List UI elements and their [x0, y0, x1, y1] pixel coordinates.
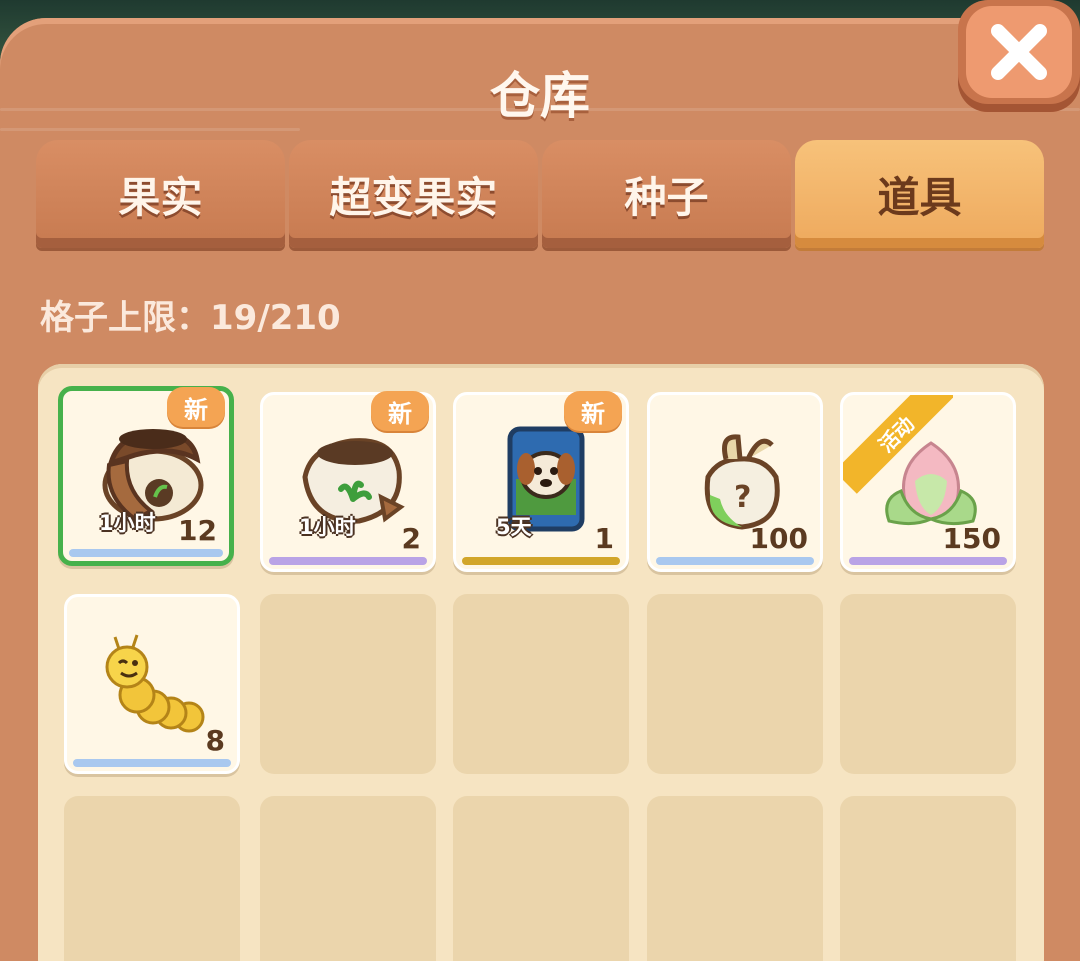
inventory-slot-fertilizer[interactable]: 1小时 新 12: [58, 386, 234, 566]
empty-slot[interactable]: [840, 796, 1016, 961]
empty-slot[interactable]: [647, 594, 823, 774]
tab-seeds[interactable]: 种子: [542, 140, 791, 248]
mystery-seed-bag-icon: ?: [668, 419, 808, 539]
item-count: 100: [749, 522, 808, 555]
empty-slot[interactable]: [647, 796, 823, 961]
item-count: 150: [942, 522, 1001, 555]
rarity-bar: [69, 549, 223, 557]
tab-props[interactable]: 道具: [795, 140, 1044, 248]
caterpillar-icon: [85, 621, 225, 741]
window-title: 仓库: [490, 67, 590, 125]
inventory-slot-lotus[interactable]: 活动 150: [840, 392, 1016, 572]
rarity-bar: [462, 557, 620, 565]
item-count: 8: [205, 724, 225, 757]
empty-slot[interactable]: [260, 796, 436, 961]
tab-fruits[interactable]: 果实: [36, 140, 285, 248]
item-count: 12: [178, 514, 217, 547]
new-badge: 新: [167, 387, 225, 427]
item-timer: 1小时: [99, 511, 156, 535]
empty-slot[interactable]: [840, 594, 1016, 774]
rarity-bar: [849, 557, 1007, 565]
inventory-slot-caterpillar[interactable]: 8: [64, 594, 240, 774]
svg-text:?: ?: [734, 480, 751, 515]
new-badge: 新: [564, 391, 622, 431]
empty-slot[interactable]: [64, 796, 240, 961]
dog-food-bag-icon: [474, 419, 614, 539]
item-timer: 1小时: [299, 515, 356, 539]
inventory-slot-dog-food[interactable]: 5天 新 1: [453, 391, 629, 572]
empty-slot[interactable]: [453, 594, 629, 774]
close-button[interactable]: [958, 0, 1080, 112]
inventory-slot-mystery-seeds[interactable]: ? 100: [647, 392, 823, 572]
tab-mutant-fruits[interactable]: 超变果实: [289, 140, 538, 248]
item-timer: 5天: [496, 515, 532, 539]
empty-slot[interactable]: [260, 594, 436, 774]
item-count: 1: [594, 522, 614, 555]
inventory-grid: 1小时 新 12 1小时 新 2 5天 新 1 ? 100 活动 150 8: [38, 364, 1044, 961]
empty-slot[interactable]: [453, 796, 629, 961]
wood-grain: [0, 128, 300, 131]
rarity-bar: [73, 759, 231, 767]
rarity-bar: [269, 557, 427, 565]
category-tabs: 果实 超变果实 种子 道具: [36, 140, 1048, 252]
capacity-label: 格子上限：19/210: [40, 298, 341, 338]
rarity-bar: [656, 557, 814, 565]
item-count: 2: [401, 522, 421, 555]
lotus-bud-icon: [861, 419, 1001, 539]
close-x-icon: [991, 24, 1047, 80]
inventory-slot-organic-fertilizer[interactable]: 1小时 新 2: [260, 391, 436, 572]
new-badge: 新: [371, 391, 429, 431]
